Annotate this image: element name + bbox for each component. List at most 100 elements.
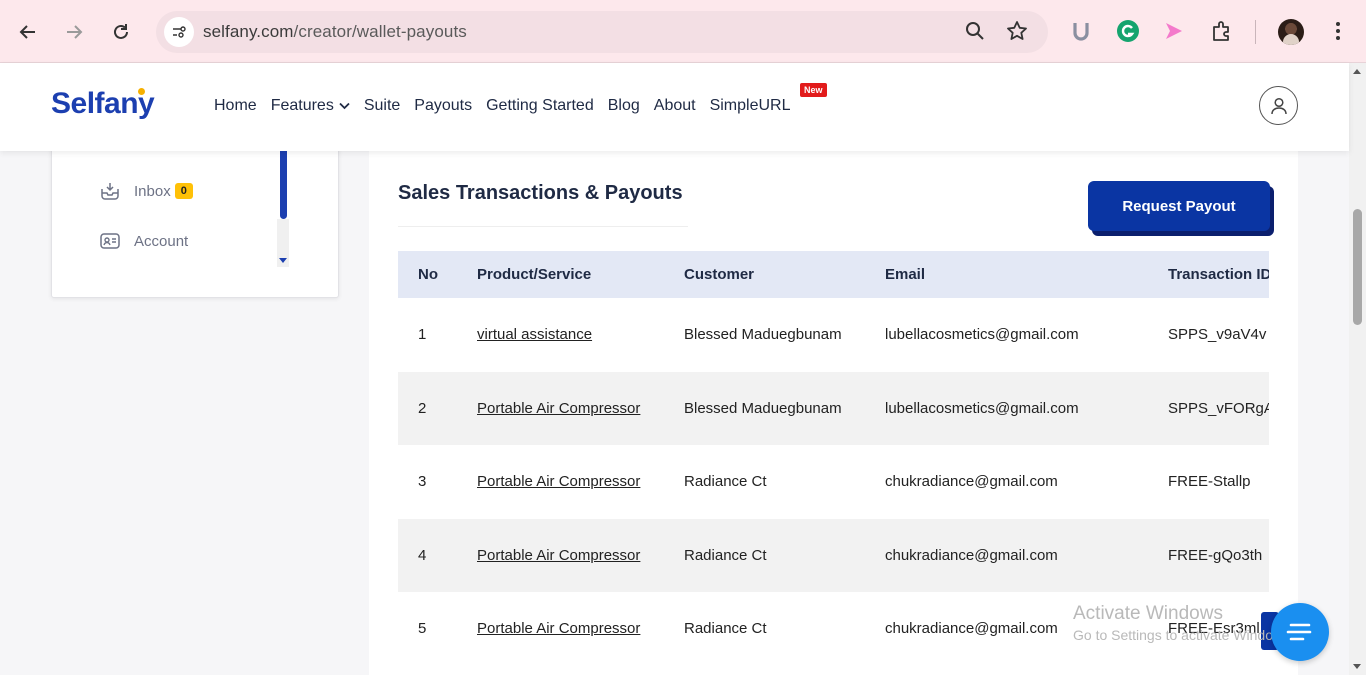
scroll-up-arrow-icon[interactable] [1353,69,1361,74]
nav-features[interactable]: Features [271,97,350,115]
column-header-no: No [418,266,438,283]
extension-arrow-icon[interactable] [1161,18,1187,44]
nav-suite[interactable]: Suite [364,97,400,115]
product-link[interactable]: virtual assistance [477,326,592,343]
sidebar-item-inbox[interactable]: Inbox 0 [98,179,193,203]
toolbar-divider [1255,20,1256,44]
nav-label: Features [270,97,334,114]
nav-simpleurl[interactable]: SimpleURL [710,97,791,115]
product-link[interactable]: Portable Air Compressor [477,473,640,490]
site-info-icon[interactable] [164,17,194,47]
title-divider [398,226,688,227]
scroll-down-arrow-icon[interactable] [1353,664,1361,669]
sidebar-scroll-thumb[interactable] [280,141,287,219]
page-scrollbar[interactable] [1349,63,1366,675]
cell-customer: Radiance Ct [684,473,767,491]
product-link[interactable]: Portable Air Compressor [477,547,640,564]
nav-label: Payouts [414,97,473,114]
browser-menu-icon[interactable] [1325,18,1351,44]
sidebar-scroll-down-icon[interactable] [279,258,287,263]
nav-getting-started[interactable]: Getting Started [486,97,594,115]
product-link[interactable]: Portable Air Compressor [477,620,640,637]
cell-email: chukradiance@gmail.com [885,546,1058,564]
cell-product: Portable Air Compressor [477,519,684,593]
main-nav: Home Features Suite Payouts Getting Star… [214,97,805,115]
reload-button[interactable] [107,16,135,48]
sidebar-item-label: Inbox [134,182,171,200]
nav-about[interactable]: About [654,97,696,115]
chevron-down-icon [339,102,350,110]
site-header: Selfany Home Features Suite Payouts Gett… [0,63,1349,151]
column-header-transaction-id: Transaction ID [1168,266,1269,283]
forward-arrow-icon [67,25,83,39]
profile-avatar[interactable] [1278,19,1304,45]
watermark-title: Activate Windows [1073,603,1223,624]
cell-product: Portable Air Compressor [477,445,684,519]
sidebar-item-label: Account [134,232,189,250]
grammarly-icon[interactable] [1115,18,1141,44]
windows-activation-watermark: Activate Windows Go to Settings to activ… [1073,603,1294,643]
request-payout-button[interactable]: Request Payout [1088,181,1270,231]
table-row: 2 Portable Air Compressor Blessed Madueg… [398,371,1269,446]
scroll-thumb[interactable] [1353,209,1362,325]
nav-home[interactable]: Home [214,97,257,115]
cell-no: 3 [418,473,427,491]
cell-product: virtual assistance [477,298,684,372]
url-domain: selfany.com [203,22,294,41]
nav-blog[interactable]: Blog [608,97,640,115]
cell-transaction-id: SPPS_v9aV4v [1168,326,1267,344]
nav-label: About [653,97,696,114]
new-badge: New [800,83,827,97]
dashboard-sidebar: Inbox 0 Account [51,140,339,298]
cell-product: Portable Air Compressor [477,372,684,446]
bookmark-star-icon[interactable] [1006,20,1028,47]
product-link[interactable]: Portable Air Compressor [477,400,640,417]
site-logo[interactable]: Selfany [51,87,155,121]
user-icon [1270,97,1287,114]
nav-label: Suite [363,97,401,114]
url-path: /creator/wallet-payouts [293,22,467,41]
nav-label: Blog [607,97,640,114]
table-row: 3 Portable Air Compressor Radiance Ct ch… [398,445,1269,519]
cell-no: 4 [418,546,427,564]
reload-icon [114,24,128,39]
cell-customer: Blessed Maduegbunam [684,399,842,417]
cell-transaction-id: SPPS_vFORgA [1168,399,1269,417]
cell-product: Portable Air Compressor [477,592,684,666]
nav-payouts[interactable]: Payouts [414,97,472,115]
back-button[interactable] [14,16,42,48]
cell-email: lubellacosmetics@gmail.com [885,326,1079,344]
extension-u-icon[interactable] [1068,18,1094,44]
extensions-puzzle-icon[interactable] [1209,18,1235,44]
nav-label: Getting Started [486,97,594,114]
logo-dot [138,88,145,95]
watermark-subtitle: Go to Settings to activate Windows. [1073,627,1294,643]
cell-transaction-id: FREE-gQo3th [1168,546,1263,564]
forward-button[interactable] [60,16,88,48]
user-account-button[interactable] [1259,86,1298,125]
cell-transaction-id: FREE-Stallp [1168,473,1251,491]
cell-customer: Radiance Ct [684,620,767,638]
column-header-email: Email [885,266,926,283]
nav-label: Home [214,97,257,114]
cell-customer: Radiance Ct [684,546,767,564]
cell-email: lubellacosmetics@gmail.com [885,399,1079,417]
address-bar[interactable]: selfany.com/creator/wallet-payouts [156,11,1048,53]
sidebar-item-account[interactable]: Account [98,229,188,253]
url-text[interactable]: selfany.com/creator/wallet-payouts [203,22,467,42]
chat-widget-button[interactable] [1271,603,1329,661]
browser-toolbar: selfany.com/creator/wallet-payouts [0,0,1366,63]
column-header-customer: Customer [684,266,755,283]
cell-no: 2 [418,399,427,417]
account-card-icon [98,229,122,253]
search-icon[interactable] [964,20,986,47]
inbox-count-badge: 0 [174,183,193,199]
table-header-row: No Product/Service Customer Email Transa… [398,251,1269,298]
cell-customer: Blessed Maduegbunam [684,326,842,344]
table-row: 4 Portable Air Compressor Radiance Ct ch… [398,518,1269,593]
cell-email: chukradiance@gmail.com [885,473,1058,491]
payouts-panel: Sales Transactions & Payouts Request Pay… [369,140,1298,675]
inbox-icon [98,179,122,203]
page-title: Sales Transactions & Payouts [398,182,683,204]
cell-no: 5 [418,620,427,638]
